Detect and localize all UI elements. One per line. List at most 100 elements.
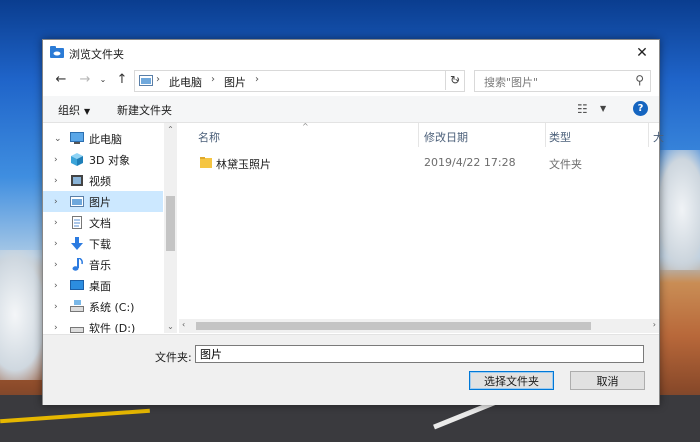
sidebar-item-documents[interactable]: › 文档: [43, 212, 163, 233]
forward-button[interactable]: →: [76, 70, 94, 88]
file-date: 2019/4/22 17:28: [424, 156, 516, 169]
horizontal-scrollbar[interactable]: ‹ ›: [179, 319, 659, 333]
new-folder-button[interactable]: 新建文件夹: [117, 102, 172, 118]
navigation-bar: ← → ⌄ ↑ › 此电脑 › 图片 › ⌄ ↻ 搜索"图片" ⚲: [43, 66, 659, 94]
chevron-right-icon[interactable]: ›: [54, 239, 58, 249]
caret-down-icon: ▼: [84, 107, 91, 116]
refresh-button[interactable]: ↻: [445, 70, 464, 90]
document-icon: [72, 216, 82, 229]
organize-label: 组织: [58, 104, 80, 117]
help-button[interactable]: ?: [633, 101, 648, 116]
breadcrumb-separator-icon: ›: [156, 74, 160, 85]
computer-icon: [70, 132, 84, 144]
scroll-left-icon[interactable]: ‹: [182, 320, 185, 329]
column-divider[interactable]: [545, 123, 546, 147]
view-options-icon[interactable]: ☷: [577, 102, 588, 116]
address-bar[interactable]: › 此电脑 › 图片 › ⌄: [134, 70, 465, 92]
scrollbar-thumb[interactable]: [166, 196, 175, 251]
close-button[interactable]: ✕: [625, 40, 659, 66]
sidebar-item-this-pc[interactable]: ⌄ 此电脑: [43, 128, 163, 149]
sidebar-item-downloads[interactable]: › 下载: [43, 233, 163, 254]
sidebar-item-label: 此电脑: [89, 132, 122, 146]
folder-input[interactable]: [195, 345, 644, 363]
sidebar-item-label: 3D 对象: [89, 153, 130, 167]
cube-3d-icon: [71, 153, 83, 166]
sidebar-item-label: 下载: [89, 237, 111, 251]
back-button[interactable]: ←: [52, 70, 70, 88]
column-header-type[interactable]: 类型: [549, 129, 571, 145]
navigation-scrollbar[interactable]: ⌃ ⌄: [164, 123, 177, 333]
up-button[interactable]: ↑: [113, 70, 131, 88]
breadcrumb-separator-icon[interactable]: ›: [211, 74, 215, 85]
picture-icon: [139, 75, 153, 86]
breadcrumb-pictures[interactable]: 图片: [224, 74, 246, 90]
window-title: 浏览文件夹: [69, 48, 124, 61]
title-bar[interactable]: 浏览文件夹 ✕: [43, 40, 659, 66]
drive-c-icon: [70, 300, 84, 312]
table-row[interactable]: 林黛玉照片 2019/4/22 17:28 文件夹: [196, 153, 636, 173]
sidebar-item-label: 图片: [89, 195, 111, 209]
chevron-right-icon[interactable]: ›: [54, 323, 58, 333]
search-box[interactable]: 搜索"图片" ⚲: [474, 70, 651, 92]
navigation-pane: ⌄ 此电脑 › 3D 对象 › 视频 › 图片 › 文档 › 下载 › 音乐 ›…: [43, 123, 177, 333]
sidebar-item-pictures[interactable]: › 图片: [43, 191, 163, 212]
organize-button[interactable]: 组织 ▼: [58, 102, 90, 118]
sidebar-item-drive-c[interactable]: › 系统 (C:): [43, 296, 163, 317]
chevron-right-icon[interactable]: ›: [54, 281, 58, 291]
breadcrumb-this-pc[interactable]: 此电脑: [169, 74, 202, 90]
cancel-button[interactable]: 取消: [570, 371, 645, 390]
search-input[interactable]: 搜索"图片": [484, 74, 538, 90]
sidebar-item-desktop[interactable]: › 桌面: [43, 275, 163, 296]
download-icon: [71, 237, 83, 250]
sidebar-item-label: 文档: [89, 216, 111, 230]
column-header-name[interactable]: 名称: [198, 129, 220, 145]
search-icon[interactable]: ⚲: [635, 73, 644, 87]
breadcrumb-separator-icon[interactable]: ›: [255, 74, 259, 85]
column-header-date[interactable]: 修改日期: [424, 129, 468, 145]
chevron-right-icon[interactable]: ›: [54, 302, 58, 312]
sidebar-item-music[interactable]: › 音乐: [43, 254, 163, 275]
scroll-down-icon[interactable]: ⌄: [164, 322, 177, 331]
column-divider[interactable]: [418, 123, 419, 147]
recent-locations-button[interactable]: ⌄: [94, 70, 112, 88]
sidebar-item-label: 音乐: [89, 258, 111, 272]
sidebar-item-3d-objects[interactable]: › 3D 对象: [43, 149, 163, 170]
arrow-left-icon: ←: [55, 71, 67, 87]
column-divider[interactable]: [648, 123, 649, 147]
arrow-right-icon: →: [79, 71, 91, 87]
chevron-right-icon[interactable]: ›: [54, 176, 58, 186]
browse-folder-dialog: 浏览文件夹 ✕ ← → ⌄ ↑ › 此电脑 › 图片 › ⌄ ↻ 搜索"图片" …: [42, 39, 664, 405]
sidebar-item-label: 桌面: [89, 279, 111, 293]
column-header-more[interactable]: 大: [653, 129, 664, 145]
chevron-right-icon[interactable]: ›: [54, 260, 58, 270]
sidebar-item-label: 系统 (C:): [89, 300, 135, 314]
sidebar-item-label: 视频: [89, 174, 111, 188]
desktop-icon: [70, 280, 84, 290]
folder-icon: [200, 157, 212, 168]
picture-icon: [70, 196, 84, 207]
folder-field-label: 文件夹:: [155, 351, 192, 364]
file-type: 文件夹: [549, 158, 582, 171]
video-icon: [71, 175, 83, 186]
help-icon: ?: [637, 103, 644, 114]
background-cloud: [655, 150, 700, 270]
scrollbar-thumb[interactable]: [196, 322, 591, 330]
scroll-up-icon[interactable]: ⌃: [164, 125, 177, 134]
folder-cloud-icon: [50, 46, 64, 58]
chevron-right-icon[interactable]: ›: [54, 155, 58, 165]
command-toolbar: 组织 ▼ 新建文件夹 ☷ ▼ ?: [43, 96, 659, 123]
chevron-right-icon[interactable]: ›: [54, 218, 58, 228]
chevron-down-icon[interactable]: ⌄: [54, 134, 62, 144]
sort-ascending-icon: ^: [302, 122, 309, 131]
scroll-right-icon[interactable]: ›: [653, 320, 656, 329]
chevron-right-icon[interactable]: ›: [54, 197, 58, 207]
sidebar-item-drive-d[interactable]: › 软件 (D:): [43, 317, 163, 333]
select-folder-button[interactable]: 选择文件夹: [469, 371, 554, 390]
file-name: 林黛玉照片: [216, 158, 271, 171]
sidebar-item-label: 软件 (D:): [89, 321, 136, 334]
caret-down-icon[interactable]: ▼: [600, 104, 606, 113]
sidebar-item-videos[interactable]: › 视频: [43, 170, 163, 191]
file-list: ^ 名称 修改日期 类型 大 林黛玉照片 2019/4/22 17:28 文件夹: [179, 122, 664, 333]
music-icon: [72, 258, 83, 271]
refresh-icon: ↻: [449, 73, 461, 87]
